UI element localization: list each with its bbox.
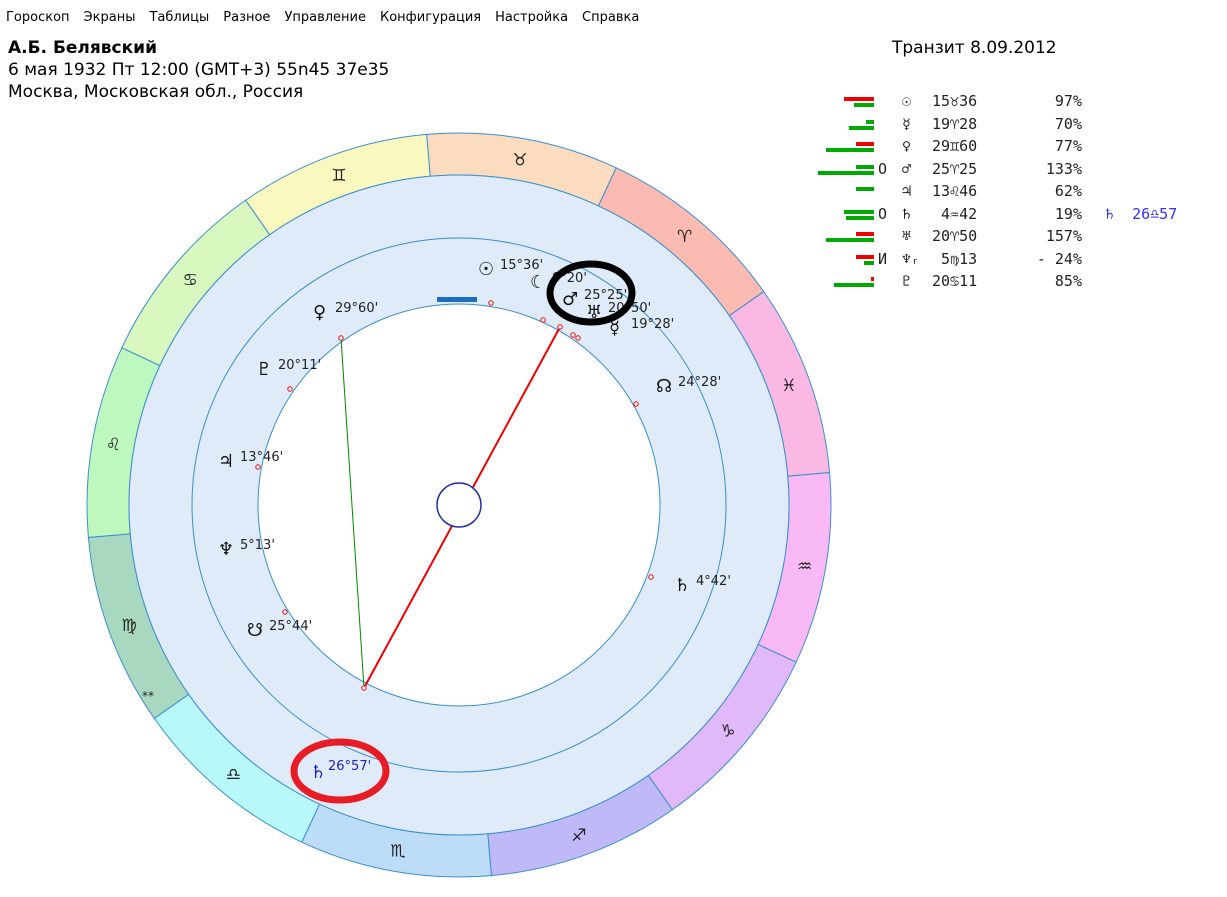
planet-dot xyxy=(575,335,581,341)
transit-planet-label: 26°57' xyxy=(328,759,371,774)
natal-planet-label: 24°28' xyxy=(678,375,721,390)
natal-planet-label: 20°11' xyxy=(278,358,321,373)
zodiac-sign-icon: ♉ xyxy=(512,150,527,170)
planet-dot xyxy=(255,464,261,470)
zodiac-sign-icon: ♊ xyxy=(331,166,346,186)
natal-planet-icon[interactable]: ♄ xyxy=(674,575,690,596)
horoscope-chart[interactable]: ♉♈♓♒♑♐♏♎♍♌♋♊☉ 15°36'☾ 0°20'♂ 25°25'♅ 20°50'☿… xyxy=(0,0,1227,897)
planet-dot xyxy=(361,685,367,691)
center-circle xyxy=(436,482,482,528)
planet-dot xyxy=(648,574,654,580)
natal-planet-icon[interactable]: ♆ xyxy=(218,539,234,560)
zodiac-sign-icon: ♐ xyxy=(571,826,586,846)
natal-planet-label: 19°28' xyxy=(631,317,674,332)
natal-planet-icon[interactable]: ☾ xyxy=(530,272,546,293)
natal-planet-icon[interactable]: ☉ xyxy=(478,259,494,280)
natal-planet-label: 13°46' xyxy=(240,450,283,465)
natal-planet-icon[interactable]: ♂ xyxy=(562,289,578,310)
natal-planet-label: 15°36' xyxy=(500,258,543,273)
natal-planet-label: 4°42' xyxy=(696,574,731,589)
zodiac-sign-icon: ♓ xyxy=(781,376,796,396)
zodiac-sign-icon: ♋ xyxy=(182,270,197,290)
planet-dot xyxy=(488,300,494,306)
natal-planet-label: 5°13' xyxy=(240,538,275,553)
planet-dot xyxy=(557,324,563,330)
zodiac-sign-icon: ♏ xyxy=(390,842,405,862)
zodiac-sign-icon: ♌ xyxy=(106,435,121,455)
planet-dot xyxy=(633,401,639,407)
natal-planet-icon[interactable]: ♃ xyxy=(218,451,234,472)
zodiac-sign-icon: ♑ xyxy=(720,722,735,742)
natal-planet-icon[interactable]: ☋ xyxy=(247,620,263,641)
zodiac-sign-icon: ♎ xyxy=(226,765,241,785)
mc-marker xyxy=(437,297,477,302)
virgo-marker: ** xyxy=(142,689,154,703)
natal-planet-icon[interactable]: ☊ xyxy=(656,376,672,397)
planet-dot xyxy=(570,332,576,338)
planet-dot xyxy=(282,609,288,615)
natal-planet-icon[interactable]: ♀ xyxy=(313,302,326,323)
planet-dot xyxy=(338,335,344,341)
natal-planet-icon[interactable]: ♇ xyxy=(256,359,272,380)
zodiac-sign-icon: ♈ xyxy=(677,227,692,247)
natal-planet-label: 25°44' xyxy=(269,619,312,634)
zodiac-sign-icon: ♍ xyxy=(122,616,137,636)
natal-planet-label: 29°60' xyxy=(335,301,378,316)
zodiac-sign-icon: ♒ xyxy=(797,557,812,577)
transit-planet-icon[interactable]: ♄ xyxy=(310,762,326,783)
planet-dot xyxy=(540,317,546,323)
planet-dot xyxy=(287,386,293,392)
